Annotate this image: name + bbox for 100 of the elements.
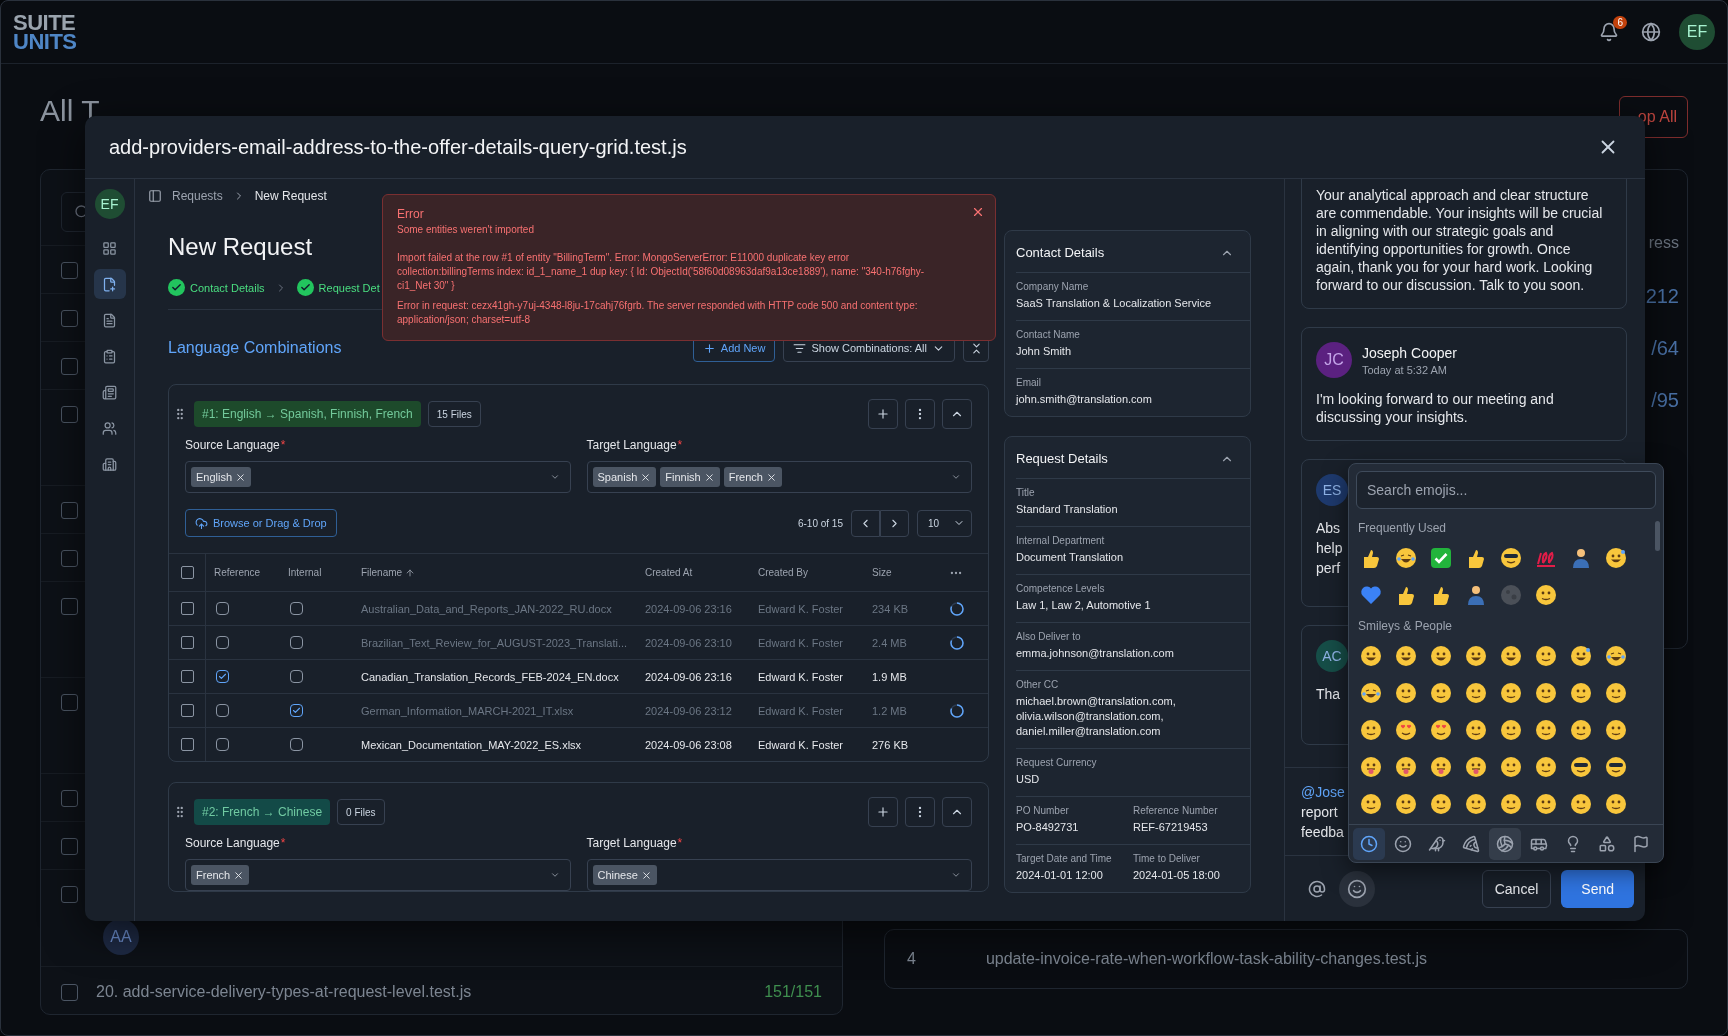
smiley-icon[interactable] xyxy=(1358,717,1383,742)
user-avatar[interactable]: EF xyxy=(94,189,125,219)
row-checkbox[interactable] xyxy=(61,406,78,423)
smiley-icon[interactable] xyxy=(1568,680,1593,705)
row-checkbox[interactable] xyxy=(180,738,194,751)
sweat-smile-icon[interactable] xyxy=(1603,545,1628,570)
remove-icon[interactable] xyxy=(766,471,777,483)
smiley-icon[interactable] xyxy=(1463,717,1488,742)
smiley-icon[interactable] xyxy=(1463,680,1488,705)
close-button[interactable] xyxy=(971,205,985,219)
heart-eyes-icon[interactable] xyxy=(1393,717,1418,742)
internal-checkbox[interactable] xyxy=(290,738,303,751)
smiley-icon[interactable] xyxy=(1533,717,1558,742)
smiley-icon[interactable] xyxy=(1498,791,1523,816)
sunglasses-face-icon[interactable] xyxy=(1603,754,1628,779)
sidebar-toggle-icon[interactable] xyxy=(148,189,162,203)
smiley-icon[interactable] xyxy=(1533,791,1558,816)
smiley-icon[interactable] xyxy=(1533,754,1558,779)
remove-icon[interactable] xyxy=(233,869,245,881)
column-header[interactable]: Reference xyxy=(206,554,280,591)
step[interactable]: Contact Details xyxy=(168,279,265,296)
smiley-icon[interactable] xyxy=(1533,582,1558,607)
target-language-select[interactable]: Chinese xyxy=(586,859,972,891)
column-header[interactable]: Internal xyxy=(280,554,353,591)
row-checkbox[interactable] xyxy=(61,838,78,855)
smiley-icon[interactable] xyxy=(1603,791,1628,816)
sweat-smile-icon[interactable] xyxy=(1568,643,1593,668)
smiley-icon[interactable] xyxy=(1498,717,1523,742)
category-tab[interactable] xyxy=(1489,827,1521,860)
grinning-face-icon[interactable] xyxy=(1498,643,1523,668)
laughing-face-icon[interactable] xyxy=(1393,545,1418,570)
grinning-face-icon[interactable] xyxy=(1463,643,1488,668)
add-button[interactable] xyxy=(868,797,898,827)
smiley-icon[interactable] xyxy=(1498,680,1523,705)
remove-icon[interactable] xyxy=(235,471,247,483)
add-button[interactable] xyxy=(868,399,898,429)
target-language-select[interactable]: Spanish Finnish French xyxy=(586,461,972,493)
row-checkbox[interactable] xyxy=(61,358,78,375)
laughing-face-icon[interactable] xyxy=(1358,680,1383,705)
smiley-icon[interactable] xyxy=(1603,680,1628,705)
row-checkbox[interactable] xyxy=(61,886,78,903)
breadcrumb-link[interactable]: New Request xyxy=(254,189,327,203)
column-header[interactable]: Size xyxy=(864,554,941,591)
send-button[interactable]: Send xyxy=(1561,869,1634,908)
breadcrumb-link[interactable]: Requests xyxy=(172,189,223,203)
column-header[interactable]: Filename xyxy=(353,554,637,591)
row-checkbox[interactable] xyxy=(61,310,78,327)
scrollbar-thumb[interactable] xyxy=(1655,521,1660,551)
grinning-face-icon[interactable] xyxy=(1393,643,1418,668)
page-size-select[interactable]: 10 xyxy=(917,509,972,537)
internal-checkbox[interactable] xyxy=(290,670,303,683)
remove-icon[interactable] xyxy=(703,471,715,483)
smiley-icon[interactable] xyxy=(1533,643,1558,668)
browse-button[interactable]: Browse or Drag & Drop xyxy=(185,509,337,537)
smiley-icon[interactable] xyxy=(1358,791,1383,816)
row-checkbox[interactable] xyxy=(61,790,78,807)
row-checkbox[interactable] xyxy=(61,983,78,1001)
tongue-face-icon[interactable] xyxy=(1358,754,1383,779)
remove-icon[interactable] xyxy=(640,869,652,881)
row-checkbox[interactable] xyxy=(61,598,78,615)
smiley-icon[interactable] xyxy=(1568,717,1593,742)
smiley-icon[interactable] xyxy=(1393,791,1418,816)
source-language-select[interactable]: French xyxy=(185,859,571,891)
row-checkbox[interactable] xyxy=(61,694,78,711)
smiley-icon[interactable] xyxy=(1463,791,1488,816)
smiley-icon[interactable] xyxy=(1603,717,1628,742)
row-checkbox[interactable] xyxy=(61,550,78,567)
smiley-icon[interactable] xyxy=(1393,680,1418,705)
sunglasses-face-icon[interactable] xyxy=(1568,754,1593,779)
user-avatar[interactable]: EF xyxy=(1679,14,1715,50)
check-mark-icon[interactable] xyxy=(1428,545,1453,570)
source-language-select[interactable]: English xyxy=(185,461,571,493)
emoji-search-field[interactable]: Search emojis... xyxy=(1356,471,1656,509)
row-checkbox[interactable] xyxy=(180,670,194,683)
smiley-icon[interactable] xyxy=(1568,791,1593,816)
smiley-icon[interactable] xyxy=(1498,754,1523,779)
tongue-face-icon[interactable] xyxy=(1428,754,1453,779)
smiley-icon[interactable] xyxy=(1533,680,1558,705)
column-header[interactable]: Created At xyxy=(637,554,750,591)
emoji-button[interactable] xyxy=(1339,870,1375,907)
reference-checkbox[interactable] xyxy=(216,738,229,751)
tongue-face-icon[interactable] xyxy=(1463,754,1488,779)
step[interactable]: Request Det xyxy=(296,279,380,296)
sunglasses-face-icon[interactable] xyxy=(1498,545,1523,570)
smiley-icon[interactable] xyxy=(1428,791,1453,816)
heart-eyes-icon[interactable] xyxy=(1428,717,1453,742)
category-tab[interactable] xyxy=(1353,827,1385,860)
grinning-face-icon[interactable] xyxy=(1358,643,1383,668)
grinning-face-icon[interactable] xyxy=(1428,643,1453,668)
cancel-button[interactable]: Cancel xyxy=(1481,869,1552,908)
laughing-face-icon[interactable] xyxy=(1603,643,1628,668)
tongue-face-icon[interactable] xyxy=(1393,754,1418,779)
reference-checkbox[interactable] xyxy=(216,670,229,683)
remove-icon[interactable] xyxy=(640,471,652,483)
rail-button[interactable] xyxy=(93,269,126,299)
mention-link[interactable]: @Jose xyxy=(1301,782,1345,802)
column-header[interactable]: Created By xyxy=(750,554,864,591)
row-checkbox[interactable] xyxy=(61,262,78,279)
smiley-icon[interactable] xyxy=(1428,680,1453,705)
row-checkbox[interactable] xyxy=(61,502,78,519)
